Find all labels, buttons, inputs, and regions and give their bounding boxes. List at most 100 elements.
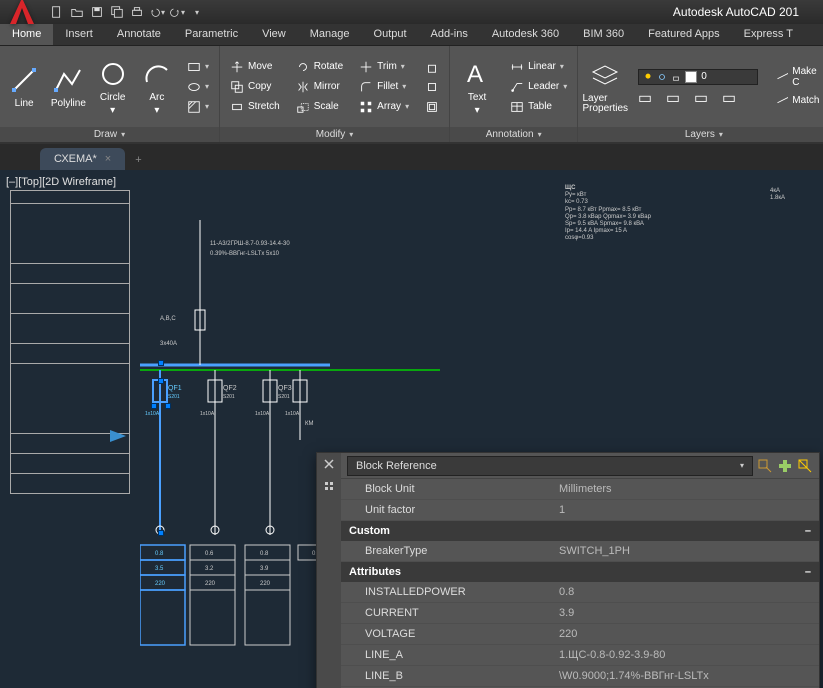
svg-text:0.8: 0.8 bbox=[260, 551, 269, 557]
layer-tool-1[interactable] bbox=[632, 89, 658, 107]
panel-info: ЩС Pу= кВт kc= 0.73 Pp= 8.7 кВт Ppmax= 8… bbox=[565, 185, 785, 243]
app-title: Autodesk AutoCAD 201 bbox=[673, 5, 819, 19]
layers-panel-label[interactable]: Layers ▾ bbox=[578, 127, 823, 142]
annotation-panel-label[interactable]: Annotation ▾ bbox=[450, 127, 577, 142]
titlebar: ▾ ▾ ▾ Autodesk AutoCAD 201 bbox=[0, 0, 823, 24]
tab-featured[interactable]: Featured Apps bbox=[636, 24, 732, 45]
tab-output[interactable]: Output bbox=[362, 24, 419, 45]
doc-tab-schema[interactable]: СХЕМА* × bbox=[40, 148, 125, 170]
open-icon[interactable] bbox=[68, 3, 86, 21]
fillet-button[interactable]: Fillet ▾ bbox=[353, 78, 415, 96]
close-icon[interactable]: × bbox=[105, 153, 111, 165]
copy-button[interactable]: Copy bbox=[224, 78, 286, 96]
selectobj-icon[interactable] bbox=[797, 458, 813, 474]
tab-bim360[interactable]: BIM 360 bbox=[571, 24, 636, 45]
prop-row[interactable]: VOLTAGE220 bbox=[341, 624, 819, 645]
svg-text:0.39%-ВВГнг-LSLTx 5x10: 0.39%-ВВГнг-LSLTx 5x10 bbox=[210, 251, 280, 257]
table-button[interactable]: Table bbox=[504, 98, 573, 116]
undo-icon[interactable]: ▾ bbox=[148, 3, 166, 21]
svg-text:220: 220 bbox=[260, 581, 271, 587]
redo-icon[interactable]: ▾ bbox=[168, 3, 186, 21]
prop-row[interactable]: LINE_B\W0.9000;1.74%-ВВГнг-LSLTx bbox=[341, 666, 819, 687]
explode-icon[interactable] bbox=[419, 78, 445, 96]
plot-icon[interactable] bbox=[128, 3, 146, 21]
trim-button[interactable]: Trim ▾ bbox=[353, 58, 415, 76]
tab-express[interactable]: Express T bbox=[732, 24, 805, 45]
save-icon[interactable] bbox=[88, 3, 106, 21]
offset-icon[interactable] bbox=[419, 98, 445, 116]
prop-row[interactable]: LINE_A1.ЩС-0.8-0.92-3.9-80 bbox=[341, 645, 819, 666]
arc-button[interactable]: Arc▾ bbox=[137, 54, 177, 120]
ribbon: Line Polyline Circle▾ Arc▾ ▾ ▾ ▾ Draw ▾ … bbox=[0, 46, 823, 144]
tab-addins[interactable]: Add-ins bbox=[419, 24, 480, 45]
annotation-panel: AText▾ Linear ▾ Leader ▾ Table Annotatio… bbox=[450, 46, 578, 142]
modify-panel-label[interactable]: Modify ▾ bbox=[220, 127, 449, 142]
leader-button[interactable]: Leader ▾ bbox=[504, 78, 573, 96]
prop-row[interactable]: Block UnitMillimeters bbox=[341, 479, 819, 500]
tab-annotate[interactable]: Annotate bbox=[105, 24, 173, 45]
pin-icon[interactable] bbox=[322, 479, 336, 493]
drawing-area[interactable]: [–][Top][2D Wireframe] 11-А3/2ГРШ-8.7-0.… bbox=[0, 170, 823, 688]
make-current-button[interactable]: Make C bbox=[768, 64, 823, 90]
viewport-label[interactable]: [–][Top][2D Wireframe] bbox=[6, 176, 116, 188]
tab-autodesk360[interactable]: Autodesk 360 bbox=[480, 24, 571, 45]
svg-text:QF2: QF2 bbox=[223, 385, 237, 392]
svg-text:1x10A: 1x10A bbox=[255, 411, 270, 417]
tab-view[interactable]: View bbox=[250, 24, 298, 45]
array-button[interactable]: Array ▾ bbox=[353, 98, 415, 116]
svg-text:3.2: 3.2 bbox=[205, 566, 214, 572]
tab-parametric[interactable]: Parametric bbox=[173, 24, 250, 45]
layers-panel: Layer Properties 0 bbox=[578, 46, 823, 142]
scale-button[interactable]: Scale bbox=[290, 98, 349, 116]
match-layer-button[interactable]: Match bbox=[768, 92, 823, 110]
rotate-button[interactable]: Rotate bbox=[290, 58, 349, 76]
svg-text:A: A bbox=[467, 61, 483, 88]
saveas-icon[interactable] bbox=[108, 3, 126, 21]
erase-icon[interactable] bbox=[419, 58, 445, 76]
prop-row[interactable]: Unit factor1 bbox=[341, 500, 819, 521]
stretch-button[interactable]: Stretch bbox=[224, 98, 286, 116]
quick-access-toolbar: ▾ ▾ ▾ bbox=[48, 3, 206, 21]
prop-row[interactable]: CURRENT3.9 bbox=[341, 603, 819, 624]
app-logo[interactable] bbox=[4, 0, 40, 30]
draw-panel-label[interactable]: Draw ▾ bbox=[0, 127, 219, 142]
quickselect-icon[interactable] bbox=[757, 458, 773, 474]
object-type-combo[interactable]: Block Reference▾ bbox=[347, 456, 753, 476]
layer-tool-3[interactable] bbox=[688, 89, 714, 107]
polyline-button[interactable]: Polyline bbox=[48, 60, 88, 113]
svg-text:S201: S201 bbox=[223, 394, 235, 400]
add-tab-button[interactable]: + bbox=[129, 150, 147, 170]
rect-icon[interactable]: ▾ bbox=[181, 58, 215, 76]
tab-manage[interactable]: Manage bbox=[298, 24, 362, 45]
svg-text:220: 220 bbox=[155, 581, 166, 587]
text-button[interactable]: AText▾ bbox=[454, 54, 500, 120]
svg-text:КМ: КМ bbox=[305, 421, 314, 427]
prop-row[interactable]: BreakerTypeSWITCH_1PH bbox=[341, 541, 819, 562]
qat-customize-icon[interactable]: ▾ bbox=[188, 3, 206, 21]
circle-button[interactable]: Circle▾ bbox=[93, 54, 133, 120]
group-attributes[interactable]: Attributes– bbox=[341, 562, 819, 582]
line-button[interactable]: Line bbox=[4, 60, 44, 113]
layer-tool-2[interactable] bbox=[660, 89, 686, 107]
bulb-icon bbox=[643, 72, 653, 82]
mirror-button[interactable]: Mirror bbox=[290, 78, 349, 96]
layer-properties-button[interactable]: Layer Properties bbox=[582, 56, 628, 118]
group-custom[interactable]: Custom– bbox=[341, 521, 819, 541]
linear-button[interactable]: Linear ▾ bbox=[504, 58, 573, 76]
layer-tool-4[interactable] bbox=[716, 89, 742, 107]
new-icon[interactable] bbox=[48, 3, 66, 21]
prop-row[interactable]: INSTALLEDPOWER0.8 bbox=[341, 582, 819, 603]
ellipse-icon[interactable]: ▾ bbox=[181, 78, 215, 96]
freeze-icon bbox=[657, 72, 667, 82]
tab-insert[interactable]: Insert bbox=[53, 24, 105, 45]
hatch-icon[interactable]: ▾ bbox=[181, 98, 215, 116]
layer-prop-label: Layer Properties bbox=[582, 94, 628, 114]
svg-text:A,B,C: A,B,C bbox=[160, 316, 176, 322]
properties-palette: PROPERTIES Block Reference▾ Block UnitMi… bbox=[316, 452, 820, 688]
close-icon[interactable] bbox=[322, 457, 336, 471]
draw-panel: Line Polyline Circle▾ Arc▾ ▾ ▾ ▾ Draw ▾ bbox=[0, 46, 220, 142]
document-tabs: СХЕМА* × + bbox=[0, 144, 823, 170]
pickadd-icon[interactable] bbox=[777, 458, 793, 474]
layer-combo[interactable]: 0 bbox=[632, 67, 764, 87]
move-button[interactable]: Move bbox=[224, 58, 286, 76]
